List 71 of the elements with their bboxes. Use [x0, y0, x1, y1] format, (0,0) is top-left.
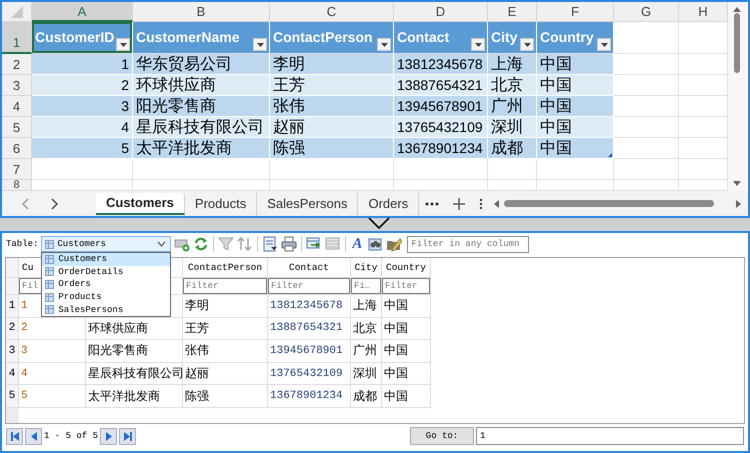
- table-cell: 星辰科技有限公司: [86, 362, 183, 386]
- table-cell: 陈强: [270, 138, 394, 159]
- table-cell: 13887654321: [268, 318, 351, 340]
- table-cell: 广州: [488, 96, 537, 117]
- table-cell: 广州: [351, 340, 382, 363]
- table-cell: 13678901234: [394, 138, 488, 159]
- header-label: ContactPerson: [273, 28, 374, 46]
- table-cell: 北京: [351, 318, 382, 340]
- table-cell: 上海: [488, 54, 537, 75]
- table-label: Table:: [6, 239, 38, 249]
- table-cell: 中国: [537, 54, 614, 75]
- table-cell: 13765432109: [268, 362, 351, 386]
- table-cell: 13945678901: [394, 96, 488, 117]
- table-cell: 太平洋批发商: [86, 385, 183, 408]
- table-cell: 3: [32, 96, 133, 117]
- table-cell: 上海: [351, 295, 382, 318]
- table-cell: 阳光零售商: [86, 340, 183, 363]
- table-cell: 13945678901: [268, 340, 351, 363]
- table-cell: 3: [19, 340, 86, 363]
- table-cell: 成都: [351, 385, 382, 408]
- table-cell: 中国: [382, 362, 431, 386]
- table-cell: 张伟: [183, 340, 268, 363]
- table-cell: 深圳: [351, 362, 382, 386]
- table-cell: 13812345678: [394, 54, 488, 75]
- row-number: 1: [6, 295, 19, 318]
- table-cell: 5: [32, 138, 133, 159]
- table-cell: 陈强: [183, 385, 268, 408]
- table-cell: 环球供应商: [133, 75, 270, 96]
- table-cell: 李明: [183, 295, 268, 318]
- table-cell: 赵丽: [183, 362, 268, 386]
- table-cell: 星辰科技有限公司: [133, 117, 270, 138]
- table-cell: 张伟: [270, 96, 394, 117]
- table-cell: 华东贸易公司: [133, 54, 270, 75]
- table-cell: 13887654321: [394, 75, 488, 96]
- table-cell: 4: [32, 117, 133, 138]
- table-cell: 13678901234: [268, 385, 351, 408]
- table-cell: 阳光零售商: [133, 96, 270, 117]
- table-cell: 2: [32, 75, 133, 96]
- table-cell: 中国: [537, 138, 614, 159]
- table-cell: 北京: [488, 75, 537, 96]
- table-cell: 成都: [488, 138, 537, 159]
- table-cell: 中国: [537, 75, 614, 96]
- table-cell: 5: [19, 385, 86, 408]
- header-label: Country: [540, 28, 595, 46]
- table-cell: 4: [19, 362, 86, 386]
- row-number: 5: [6, 385, 19, 408]
- header-label: CustomerID: [35, 28, 116, 46]
- row-number: 3: [6, 340, 19, 363]
- table-cell: 李明: [270, 54, 394, 75]
- table-cell: 赵丽: [270, 117, 394, 138]
- table-cell: 2: [19, 318, 86, 340]
- header-label: CustomerName: [136, 28, 240, 46]
- header-label: City: [491, 28, 518, 46]
- table-cell: 太平洋批发商: [133, 138, 270, 159]
- table-cell: 王芳: [270, 75, 394, 96]
- header-label: Contact: [397, 28, 450, 46]
- table-cell: 王芳: [183, 318, 268, 340]
- table-cell: 13812345678: [268, 295, 351, 318]
- table-cell: 中国: [382, 385, 431, 408]
- table-cell: 中国: [382, 318, 431, 340]
- page-range: 1 - 5 of 5: [44, 431, 98, 441]
- table-cell: 环球供应商: [86, 318, 183, 340]
- table-cell: 中国: [537, 117, 614, 138]
- table-cell: 中国: [382, 340, 431, 363]
- table-cell: 深圳: [488, 117, 537, 138]
- table-cell: 中国: [537, 96, 614, 117]
- table-cell: 中国: [382, 295, 431, 318]
- row-number: 2: [6, 318, 19, 340]
- table-cell: 1: [32, 54, 133, 75]
- table-cell: 13765432109: [394, 117, 488, 138]
- row-number: 4: [6, 362, 19, 386]
